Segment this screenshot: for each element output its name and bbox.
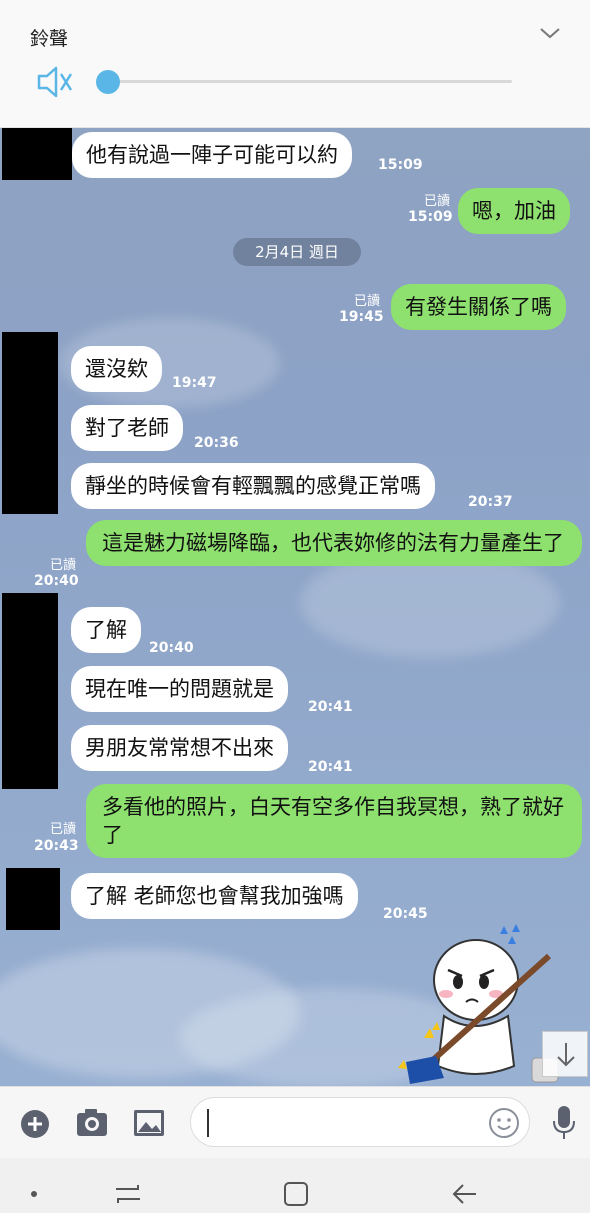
back-icon[interactable] [450,1182,478,1206]
message-bubble-incoming[interactable]: 還沒欸 [71,346,162,392]
arrow-down-icon [557,1043,575,1067]
avatar[interactable] [6,868,60,930]
message-bubble-incoming[interactable]: 男朋友常常想不出來 [71,725,288,771]
message-bubble-incoming[interactable]: 現在唯一的問題就是 [71,666,288,712]
message-input[interactable] [190,1097,530,1147]
volume-mute-icon[interactable] [36,64,74,100]
message-time: 20:37 [468,494,513,510]
message-bubble-outgoing[interactable]: 嗯，加油 [458,188,570,234]
chat-area[interactable]: 他有說過一陣子可能可以約 15:09 已讀 15:09 嗯，加油 2月4日 週日… [0,128,590,1086]
home-icon[interactable] [282,1180,310,1208]
chevron-down-icon[interactable] [538,24,562,42]
system-nav-bar [0,1158,590,1213]
message-time: 20:41 [308,699,353,715]
message-bubble-outgoing[interactable]: 有發生關係了嗎 [391,284,566,330]
avatar[interactable] [2,593,58,789]
message-time: 20:43 [34,838,79,854]
message-input-bar [0,1086,590,1158]
message-time: 20:40 [34,573,79,589]
emoji-icon[interactable] [488,1107,520,1139]
volume-title: 鈴聲 [30,28,69,50]
read-receipt: 已讀 [353,294,380,309]
nav-dot [31,1191,37,1197]
sticker-character[interactable] [384,918,564,1086]
microphone-icon[interactable] [552,1105,576,1141]
read-receipt: 已讀 [49,558,76,573]
plus-icon[interactable] [20,1109,50,1139]
message-time: 20:36 [194,435,239,451]
image-icon[interactable] [133,1109,165,1137]
message-time: 19:45 [339,309,384,325]
message-bubble-incoming[interactable]: 了解 老師您也會幫我加強嗎 [71,873,358,919]
camera-icon[interactable] [76,1107,108,1137]
recent-apps-icon[interactable] [114,1182,142,1206]
message-bubble-incoming[interactable]: 他有說過一陣子可能可以約 [72,132,352,178]
volume-slider-thumb[interactable] [96,70,120,94]
avatar[interactable] [2,332,58,514]
text-cursor [207,1109,209,1137]
message-bubble-outgoing[interactable]: 多看他的照片，白天有空多作自我冥想，熟了就好了 [86,784,582,858]
message-bubble-incoming[interactable]: 了解 [71,607,141,653]
message-time: 19:47 [172,375,217,391]
avatar[interactable] [2,128,72,180]
message-time: 15:09 [378,157,423,173]
message-time: 15:09 [408,209,453,225]
scroll-to-bottom-button[interactable] [542,1031,588,1077]
read-receipt: 已讀 [423,194,450,209]
read-receipt: 已讀 [49,822,76,837]
message-time: 20:41 [308,759,353,775]
message-time: 20:40 [149,640,194,656]
volume-slider-track[interactable] [108,80,512,83]
message-bubble-incoming[interactable]: 靜坐的時候會有輕飄飄的感覺正常嗎 [71,463,435,509]
message-bubble-outgoing[interactable]: 這是魅力磁場降臨，也代表妳修的法有力量產生了 [86,520,582,566]
date-divider: 2月4日 週日 [233,238,361,266]
volume-panel: 鈴聲 [0,0,590,128]
message-bubble-incoming[interactable]: 對了老師 [71,405,183,451]
